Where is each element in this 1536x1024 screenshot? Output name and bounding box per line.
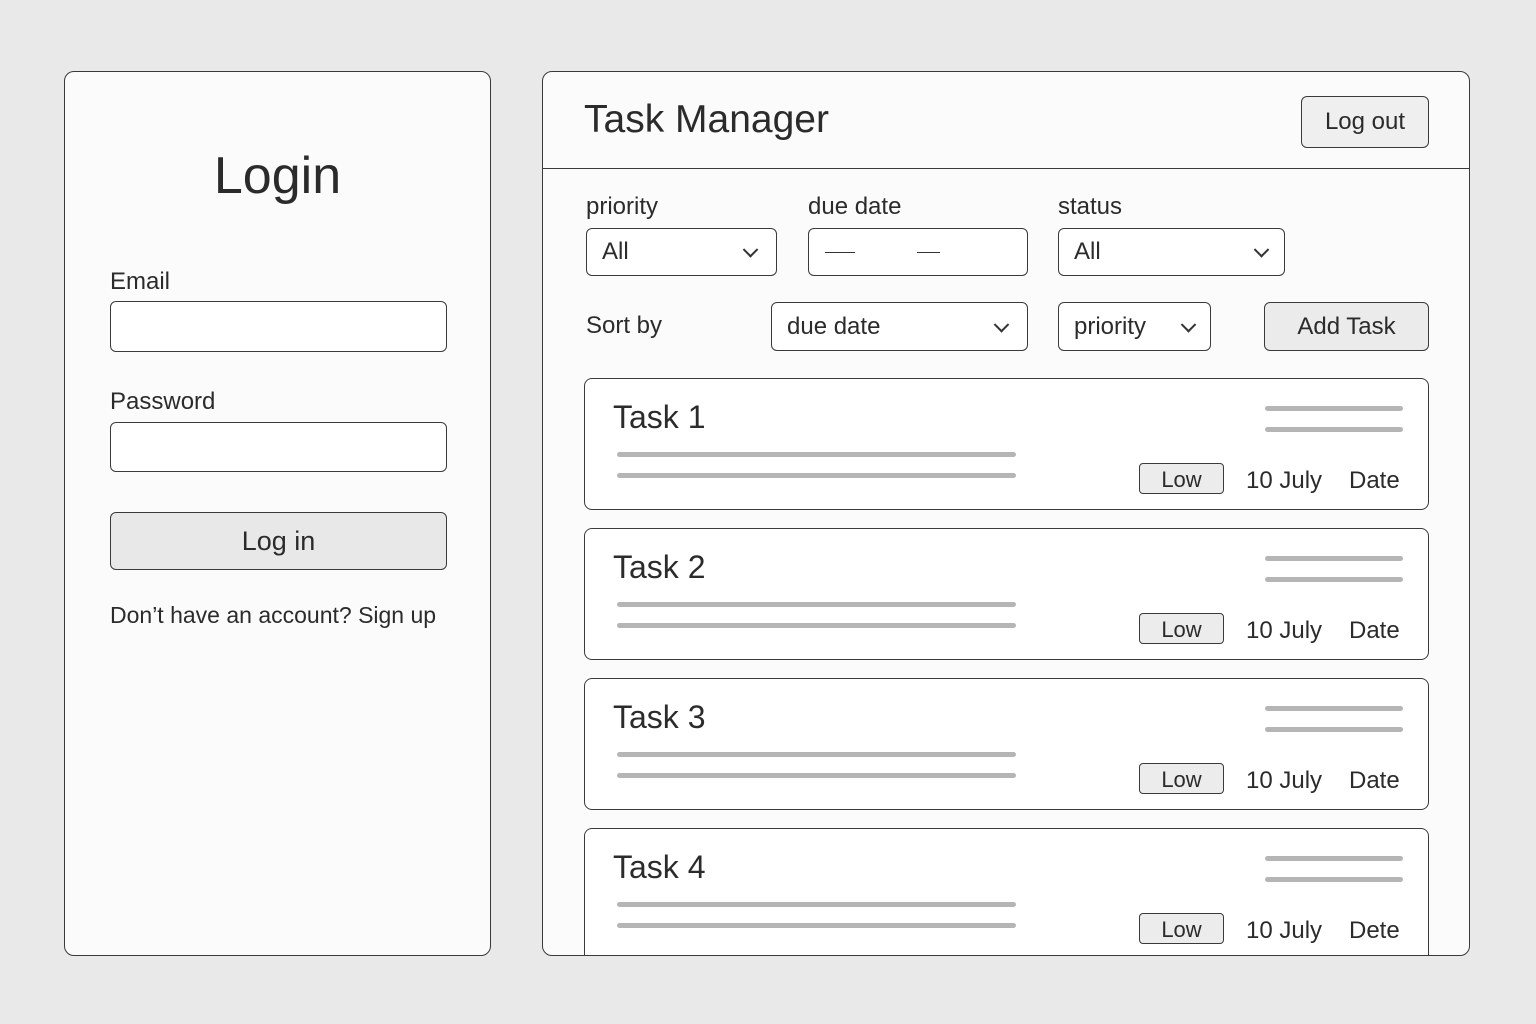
placeholder-line: [1265, 706, 1403, 711]
task-card[interactable]: Task 1 Low 10 July Date: [584, 378, 1429, 510]
status-filter-label: status: [1058, 193, 1123, 220]
priority-badge: Low: [1139, 763, 1224, 794]
sort-by-label: Sort by: [586, 312, 663, 339]
placeholder-line: [617, 473, 1016, 478]
placeholder-line: [1265, 406, 1403, 411]
placeholder-line: [1265, 877, 1403, 882]
task-date-label: Date: [1349, 467, 1400, 494]
task-card[interactable]: Task 3 Low 10 July Date: [584, 678, 1429, 810]
placeholder-line: [1265, 577, 1403, 582]
task-manager-panel: Task Manager Log out priority All due da…: [542, 71, 1470, 956]
chevron-down-icon: [742, 242, 759, 258]
sort-primary-value: due date: [787, 312, 881, 340]
placeholder-line: [617, 773, 1016, 778]
placeholder-line: [1265, 427, 1403, 432]
task-card[interactable]: Task 2 Low 10 July Date: [584, 528, 1429, 660]
logout-button[interactable]: Log out: [1301, 96, 1429, 148]
priority-badge: Low: [1139, 613, 1224, 644]
sort-primary-select[interactable]: due date: [771, 302, 1028, 351]
sort-secondary-select[interactable]: priority: [1058, 302, 1211, 351]
sort-secondary-value: priority: [1074, 312, 1147, 340]
due-date-filter-input[interactable]: [808, 228, 1028, 276]
task-card[interactable]: Task 4 Low 10 July Dete: [584, 828, 1429, 955]
priority-filter-label: priority: [586, 193, 659, 220]
chevron-down-icon: [1180, 316, 1197, 333]
signup-prompt-text: Don’t have an account?: [110, 602, 352, 628]
placeholder-line: [1265, 727, 1403, 732]
placeholder-line: [617, 752, 1016, 757]
task-date-label: Date: [1349, 617, 1400, 644]
header: Task Manager Log out: [543, 72, 1469, 169]
status-filter-select[interactable]: All: [1058, 228, 1285, 276]
due-date-filter-label: due date: [808, 193, 902, 220]
status-filter-value: All: [1074, 238, 1101, 265]
task-title: Task 3: [613, 699, 706, 735]
priority-filter-select[interactable]: All: [586, 228, 777, 276]
placeholder-line: [617, 923, 1016, 928]
task-title: Task 4: [613, 849, 706, 885]
priority-badge: Low: [1139, 913, 1224, 944]
placeholder-line: [617, 452, 1016, 457]
task-title: Task 1: [613, 399, 706, 435]
placeholder-line: [1265, 856, 1403, 861]
placeholder-line: [1265, 556, 1403, 561]
priority-badge: Low: [1139, 463, 1224, 494]
add-task-button[interactable]: Add Task: [1264, 302, 1429, 351]
signup-link[interactable]: Sign up: [358, 602, 436, 628]
email-field[interactable]: [110, 301, 447, 352]
login-panel: Login Email Password Log in Don’t have a…: [64, 71, 491, 956]
task-date-label: Dete: [1349, 917, 1400, 944]
chevron-down-icon: [1253, 242, 1270, 258]
task-due-date: 10 July: [1246, 767, 1323, 794]
task-due-date: 10 July: [1246, 617, 1323, 644]
task-due-date: 10 July: [1246, 917, 1323, 944]
task-due-date: 10 July: [1246, 467, 1323, 494]
task-date-label: Date: [1349, 767, 1400, 794]
login-title: Login: [213, 147, 342, 205]
password-field[interactable]: [110, 422, 447, 472]
date-placeholder-dash: [917, 252, 940, 253]
chevron-down-icon: [993, 316, 1010, 333]
date-placeholder-dash: [825, 252, 855, 253]
placeholder-line: [617, 602, 1016, 607]
task-title: Task 2: [613, 549, 706, 585]
priority-filter-value: All: [602, 238, 629, 265]
email-label: Email: [110, 268, 171, 295]
placeholder-line: [617, 902, 1016, 907]
page-title: Task Manager: [584, 98, 829, 141]
login-button[interactable]: Log in: [110, 512, 447, 570]
placeholder-line: [617, 623, 1016, 628]
signup-prompt: Don’t have an account? Sign up: [110, 602, 436, 629]
password-label: Password: [110, 388, 216, 415]
